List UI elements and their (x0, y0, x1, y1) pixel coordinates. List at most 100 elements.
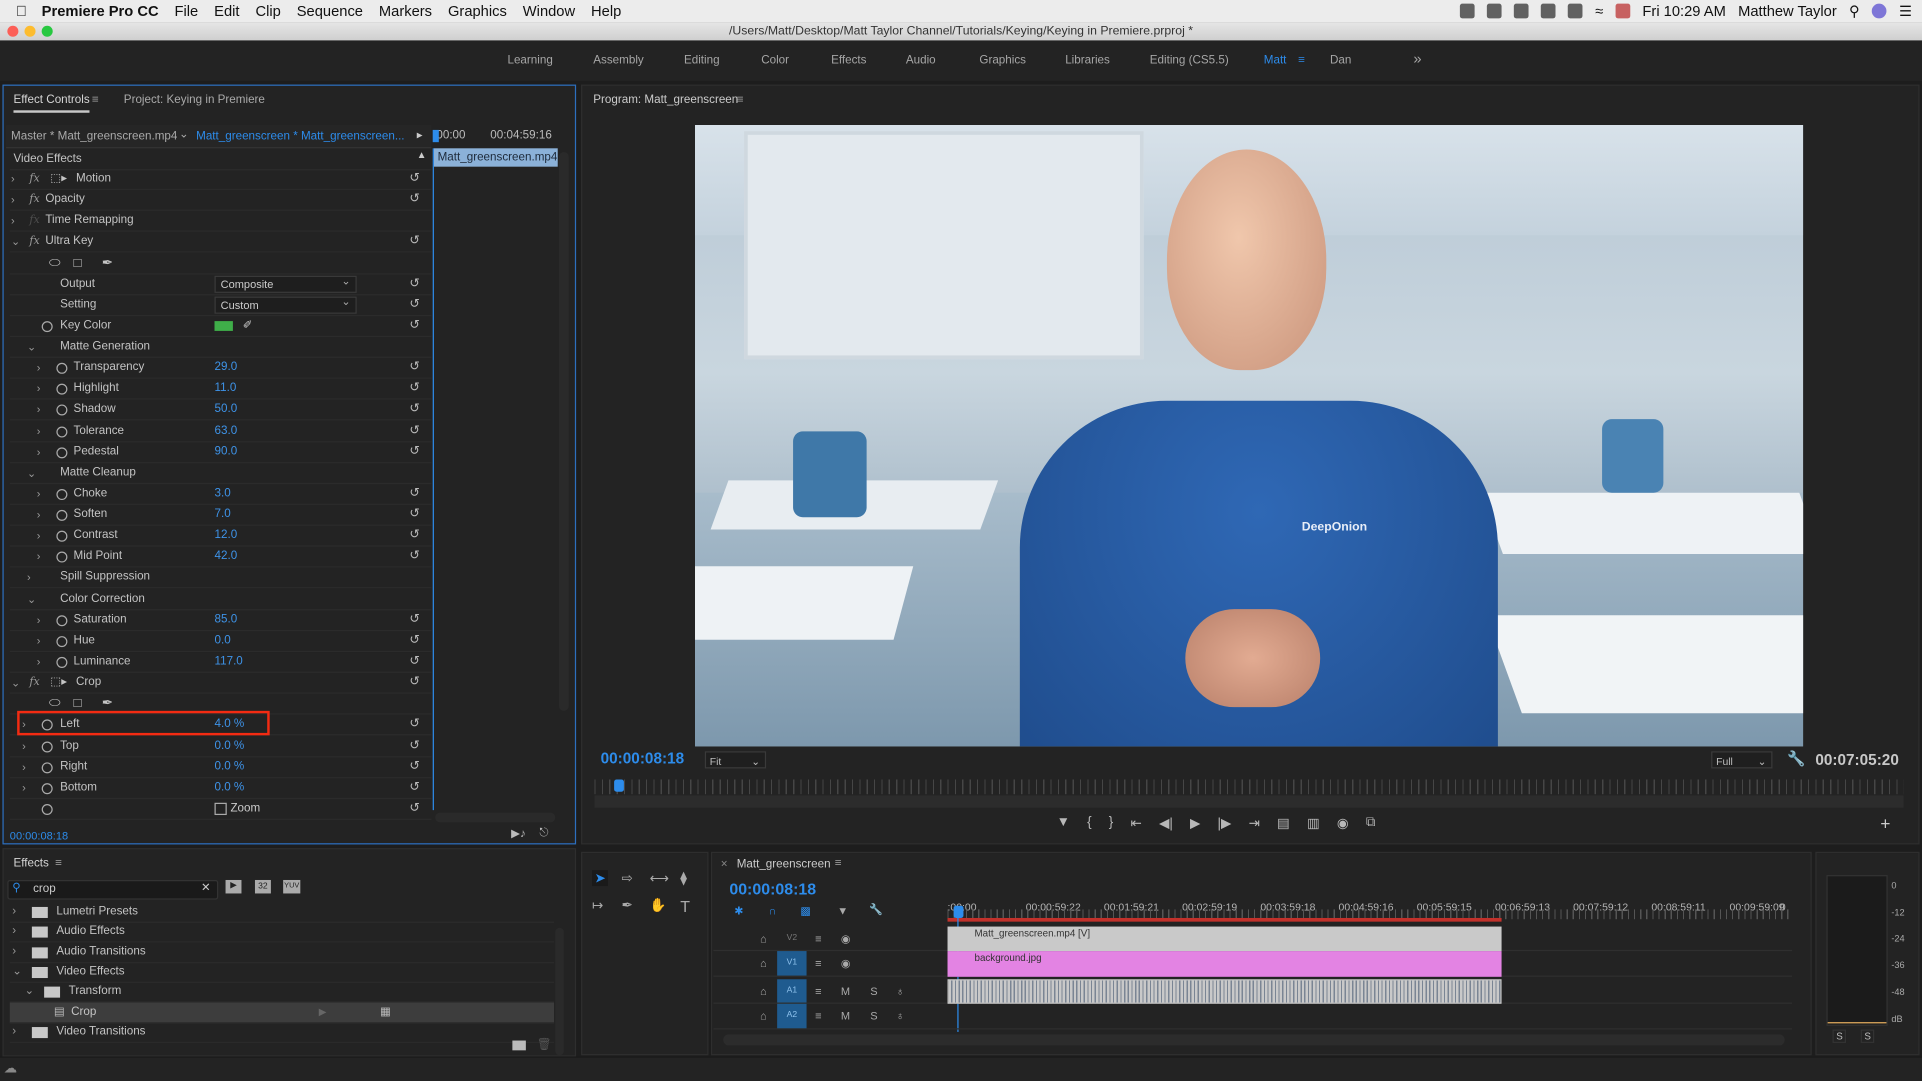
mail-icon[interactable] (1514, 3, 1529, 19)
property-row-highlight[interactable]: › Highlight 11.0 ↺ (9, 379, 432, 400)
reset-icon[interactable]: ↺ (409, 484, 419, 504)
key-color-swatch[interactable] (214, 320, 233, 331)
chevron-down-icon[interactable]: ⌄ (25, 982, 35, 1002)
go-to-in-icon[interactable]: ⇤ (1130, 815, 1141, 831)
property-row-top[interactable]: › Top 0.0 % ↺ (9, 736, 432, 757)
property-row-opacity[interactable]: › fx Opacity ↺ (9, 190, 432, 211)
siri-icon[interactable] (1872, 3, 1887, 19)
property-row-contrast[interactable]: › Contrast 12.0 ↺ (9, 526, 432, 547)
panel-menu-icon[interactable]: ≡ (92, 93, 99, 106)
mini-timeline-clip[interactable]: Matt_greenscreen.mp4 (433, 148, 558, 167)
workspace-editing-cs55[interactable]: Editing (CS5.5) (1150, 54, 1229, 67)
lock-icon[interactable]: ⌂ (760, 1010, 767, 1022)
reset-icon[interactable]: ↺ (409, 673, 419, 693)
property-row-matte-cleanup[interactable]: ⌄ Matte Cleanup (9, 463, 432, 484)
razor-tool-icon[interactable]: ⧫ (680, 870, 687, 886)
wifi-icon[interactable]: ≈ (1595, 2, 1603, 19)
property-value[interactable]: 0.0 % (215, 736, 245, 756)
stopwatch-icon[interactable] (41, 803, 53, 815)
comparison-view-icon[interactable]: ⧉ (1366, 815, 1376, 831)
creative-cloud-sync-icon[interactable]: ☁ (4, 1060, 17, 1076)
workspace-graphics[interactable]: Graphics (979, 54, 1026, 67)
spotlight-icon[interactable]: ⚲ (1849, 2, 1860, 19)
chevron-right-icon[interactable]: › (37, 400, 41, 420)
property-value[interactable]: 7.0 (215, 505, 231, 525)
chevron-right-icon[interactable]: › (12, 902, 16, 922)
property-dropdown[interactable]: Custom (214, 294, 357, 314)
program-time-ruler[interactable] (594, 779, 1904, 795)
pen-mask-icon[interactable]: ✒ (102, 253, 113, 273)
property-row-matte-generation[interactable]: ⌄ Matte Generation (9, 337, 432, 358)
stopwatch-icon[interactable] (56, 425, 68, 437)
workspace-dan[interactable]: Dan (1330, 54, 1351, 67)
property-row-mid-point[interactable]: › Mid Point 42.0 ↺ (9, 547, 432, 568)
effects-scrollbar[interactable] (555, 927, 564, 1056)
track-select-tool-icon[interactable]: ⇨ (621, 870, 632, 886)
add-marker-icon[interactable]: ▼ (837, 904, 848, 916)
master-clip-label[interactable]: Master * Matt_greenscreen.mp4 (11, 130, 177, 143)
reset-icon[interactable]: ↺ (409, 232, 419, 252)
program-zoom-scrollbar[interactable] (594, 795, 1904, 808)
ripple-edit-tool-icon[interactable]: ⟷ (650, 870, 669, 886)
tab-project[interactable]: Project: Keying in Premiere (124, 93, 265, 106)
property-row-ultra-key[interactable]: ⌄ fx Ultra Key ↺ (9, 232, 432, 253)
mute-button[interactable]: M (841, 985, 850, 997)
property-value[interactable]: 11.0 (215, 379, 237, 399)
reset-icon[interactable]: ↺ (409, 442, 419, 462)
voiceover-mic-icon[interactable]: ♁ (896, 985, 904, 997)
effects-tree-item-transform[interactable]: ⌄ Transform (9, 982, 555, 1003)
property-value[interactable]: 0.0 % (215, 778, 245, 798)
effects-tree-item-video-effects[interactable]: ⌄ Video Effects (9, 962, 555, 983)
yuv-filter-icon[interactable]: YUV (283, 879, 301, 894)
close-tab-icon[interactable]: × (721, 858, 728, 871)
workspace-assembly[interactable]: Assembly (593, 54, 643, 67)
reset-icon[interactable]: ↺ (409, 295, 419, 315)
sync-lock-icon[interactable]: ≡ (815, 1010, 821, 1022)
voiceover-mic-icon[interactable]: ♁ (896, 1010, 904, 1022)
chevron-right-icon[interactable]: › (37, 421, 41, 441)
user-name[interactable]: Matthew Taylor (1738, 2, 1837, 19)
chevron-right-icon[interactable]: › (11, 211, 15, 231)
panel-menu-icon[interactable]: ≡ (835, 857, 842, 870)
reset-icon[interactable]: ↺ (409, 190, 419, 210)
reset-icon[interactable]: ↺ (409, 757, 419, 777)
reset-icon[interactable]: ↺ (409, 652, 419, 672)
extract-icon[interactable]: ▥ (1307, 815, 1320, 831)
property-value[interactable]: 29.0 (215, 358, 238, 378)
effects-search-input[interactable]: ⚲ crop ✕ (7, 879, 219, 900)
chevron-right-icon[interactable]: › (27, 568, 31, 588)
workspace-menu-icon[interactable]: ≡ (1298, 54, 1305, 67)
fx-icon[interactable]: fx (29, 232, 39, 252)
reset-icon[interactable]: ↺ (409, 274, 419, 294)
solo-right-button[interactable]: S (1860, 1029, 1875, 1043)
track-target-v1[interactable]: V1 (777, 951, 807, 976)
property-row-zoom[interactable]: Zoom ↺ (9, 799, 432, 820)
chevron-down-icon[interactable]: ⌄ (179, 127, 189, 140)
collapse-up-icon[interactable]: ▲ (417, 150, 427, 161)
minimize-window-button[interactable] (24, 25, 36, 37)
property-row-output[interactable]: Output Composite ↺ (9, 273, 432, 295)
menu-window[interactable]: Window (523, 2, 575, 19)
solo-left-button[interactable]: S (1832, 1029, 1847, 1043)
workspace-editing[interactable]: Editing (684, 54, 720, 67)
chevron-right-icon[interactable]: › (37, 442, 41, 462)
property-row-saturation[interactable]: › Saturation 85.0 ↺ (9, 610, 432, 631)
reset-icon[interactable]: ↺ (409, 526, 419, 546)
menu-app[interactable]: Premiere Pro CC (42, 2, 159, 19)
fx-icon[interactable]: fx (29, 673, 39, 693)
effect-controls-scrollbar[interactable] (558, 151, 569, 711)
play-audio-icon[interactable]: ▶♪ (511, 827, 526, 840)
record-icon[interactable] (1460, 3, 1476, 19)
timeline-timecode[interactable]: 00:00:08:18 (729, 880, 816, 898)
chevron-right-icon[interactable]: › (37, 505, 41, 525)
chevron-right-icon[interactable]: › (37, 484, 41, 504)
track-target-v2[interactable]: V2 (777, 927, 806, 950)
snap-icon[interactable]: ∩ (769, 904, 777, 916)
chevron-right-icon[interactable]: › (22, 736, 26, 756)
lock-icon[interactable]: ⌂ (760, 957, 767, 969)
flag-icon[interactable] (1615, 3, 1631, 19)
property-value[interactable]: 0.0 (215, 631, 231, 651)
sync-lock-icon[interactable]: ≡ (815, 933, 821, 945)
chevron-right-icon[interactable]: › (37, 610, 41, 630)
chevron-down-icon[interactable]: ⌄ (27, 463, 36, 483)
